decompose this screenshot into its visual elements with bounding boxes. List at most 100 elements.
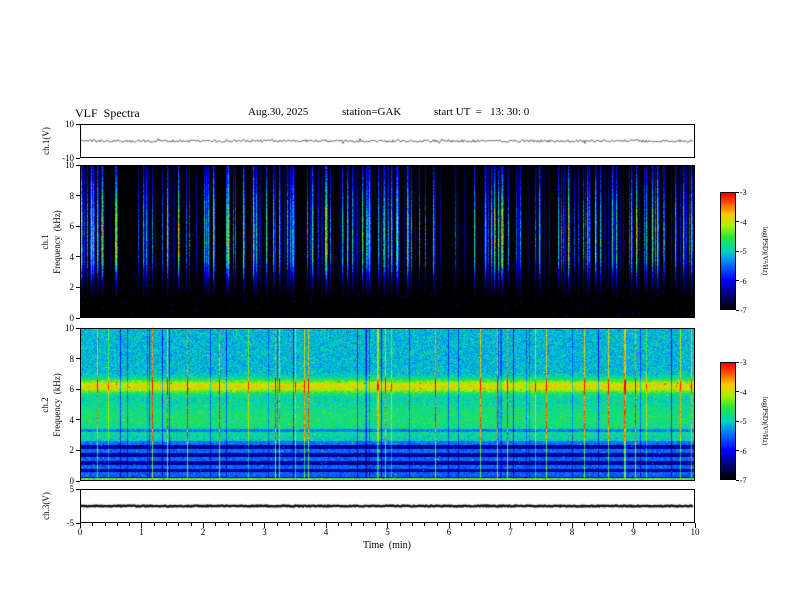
x-minor-tick	[424, 523, 426, 526]
y-tick-label: -5	[66, 518, 75, 528]
colorbar-tick	[736, 250, 739, 252]
x-minor-tick	[338, 523, 340, 526]
ch2-spectrogram-channel-label: ch.2	[40, 396, 50, 413]
colorbar-tick	[736, 191, 739, 193]
y-tick-label: 10	[65, 160, 74, 170]
colorbar-ch2-units-label: log(PSD)(V²/Hz)	[761, 396, 769, 446]
ch3-voltage-axis-label: ch.3(V)	[41, 492, 51, 520]
x-tick-label: 6	[446, 527, 452, 537]
x-minor-tick	[621, 523, 623, 526]
y-tick	[76, 419, 80, 421]
x-minor-tick	[227, 523, 229, 526]
y-tick-label: 0	[69, 313, 75, 323]
y-tick-label: 10	[65, 323, 74, 333]
x-tick-label: 9	[631, 527, 636, 537]
y-tick	[76, 157, 80, 159]
colorbar-tick-label: -5	[740, 247, 747, 256]
ch1-voltage-axis-label: ch.1(V)	[41, 127, 51, 155]
x-minor-tick	[362, 523, 364, 526]
ch1-frequency-axis-label: Frequency (kHz)	[52, 209, 62, 274]
x-minor-tick	[215, 523, 217, 526]
x-minor-tick	[682, 523, 684, 526]
x-minor-tick	[461, 523, 463, 526]
colorbar-tick	[736, 420, 739, 422]
y-tick-label: 8	[69, 353, 75, 364]
x-minor-tick	[498, 523, 500, 526]
x-minor-tick	[92, 523, 94, 526]
y-tick	[76, 195, 80, 197]
y-tick	[76, 358, 80, 360]
colorbar-tick	[736, 309, 739, 311]
ch1-waveform-panel	[80, 124, 695, 158]
x-minor-tick	[289, 523, 291, 526]
x-tick-label: 2	[200, 527, 206, 537]
ch1-spectrogram-panel	[80, 165, 695, 318]
colorbar-ch2-gradient-canvas	[721, 363, 735, 479]
x-minor-tick	[535, 523, 537, 526]
colorbar-tick-label: -7	[740, 306, 747, 315]
y-tick-label: 4	[69, 414, 75, 425]
ch1-spectrogram-canvas	[81, 166, 694, 317]
x-minor-tick	[239, 523, 241, 526]
x-axis-title: Time (min)	[363, 540, 411, 551]
y-tick	[76, 286, 80, 288]
x-minor-tick	[436, 523, 438, 526]
x-tick-label: 8	[569, 527, 575, 537]
x-minor-tick	[276, 523, 278, 526]
y-tick-label: 10	[65, 119, 74, 129]
colorbar-tick	[736, 450, 739, 451]
x-minor-tick	[670, 523, 672, 526]
y-tick-label: 2	[69, 282, 75, 293]
y-tick	[76, 317, 80, 319]
y-tick	[76, 164, 80, 166]
colorbar-tick	[736, 391, 739, 392]
x-minor-tick	[485, 523, 487, 526]
colorbar-tick	[736, 479, 739, 481]
ch2-spectrogram-canvas	[81, 329, 694, 480]
x-minor-tick	[178, 523, 180, 526]
y-tick	[76, 488, 80, 490]
x-minor-tick	[252, 523, 254, 526]
x-tick-label: 3	[262, 527, 267, 537]
colorbar-tick-label: -4	[740, 387, 747, 397]
figure-start-ut: start UT = 13: 30: 0	[434, 106, 530, 118]
colorbar-ch1	[720, 192, 736, 310]
colorbar-tick-label: -6	[740, 446, 747, 456]
x-minor-tick	[399, 523, 401, 526]
x-tick-label: 7	[508, 527, 513, 537]
y-tick-label: 6	[69, 384, 75, 395]
y-tick-label: 4	[69, 251, 75, 262]
x-minor-tick	[153, 523, 155, 526]
x-minor-tick	[584, 523, 586, 526]
colorbar-tick	[736, 361, 739, 363]
x-minor-tick	[473, 523, 475, 526]
y-tick	[76, 388, 80, 390]
x-minor-tick	[166, 523, 168, 526]
figure-station: station=GAK	[342, 106, 402, 118]
colorbar-ch1-units-label: log(PSD)(V²/Hz)	[761, 226, 769, 276]
y-tick	[76, 225, 80, 227]
ch3-waveform-canvas	[81, 490, 694, 522]
y-tick-label: 8	[69, 190, 75, 201]
y-tick	[76, 256, 80, 258]
colorbar-tick-label: -3	[740, 358, 747, 367]
colorbar-tick	[736, 280, 739, 281]
x-minor-tick	[645, 523, 647, 526]
x-minor-tick	[129, 523, 131, 526]
x-tick-label: 5	[385, 527, 390, 537]
x-minor-tick	[104, 523, 106, 526]
x-minor-tick	[301, 523, 303, 526]
y-tick	[76, 123, 80, 125]
x-minor-tick	[596, 523, 598, 526]
y-tick-label: 6	[69, 221, 75, 232]
y-tick	[76, 327, 80, 329]
ch2-spectrogram-panel	[80, 328, 695, 481]
ch2-frequency-axis-label: Frequency (kHz)	[52, 372, 62, 437]
colorbar-tick-label: -6	[740, 276, 747, 286]
x-minor-tick	[658, 523, 660, 526]
figure-date: Aug.30, 2025	[248, 106, 309, 118]
x-tick-label: 0	[77, 527, 83, 537]
colorbar-tick-label: -7	[740, 476, 747, 485]
x-minor-tick	[313, 523, 315, 526]
y-tick-label: 5	[69, 484, 75, 494]
